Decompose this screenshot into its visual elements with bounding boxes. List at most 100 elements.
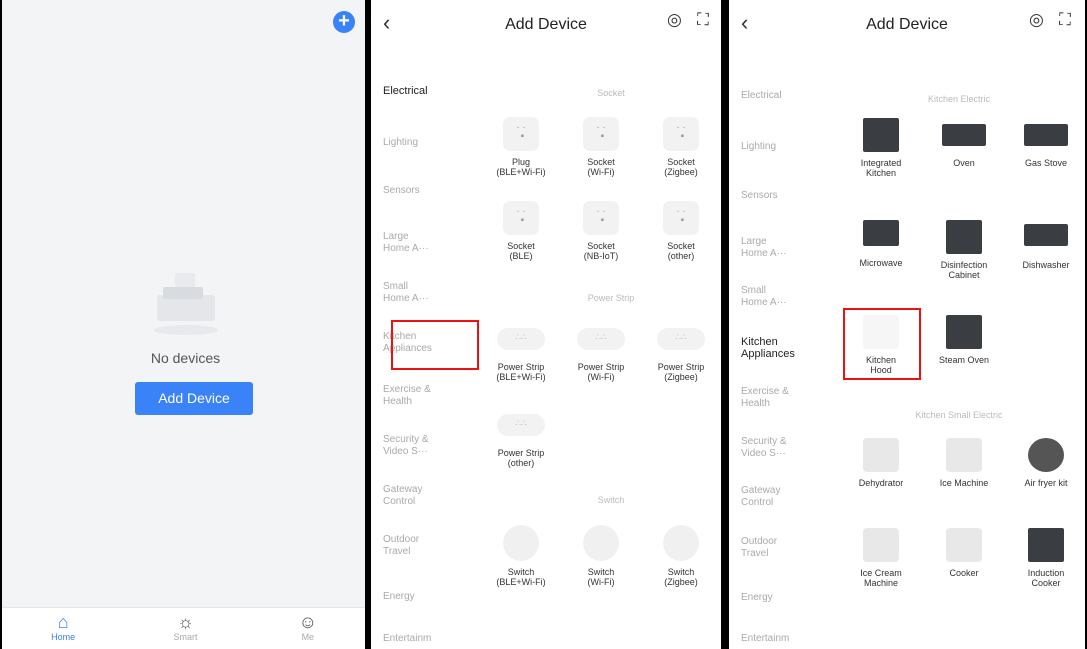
device-tile[interactable]: Dehydrator	[841, 438, 921, 488]
steam-oven-icon	[946, 315, 982, 349]
ice-machine-icon	[946, 438, 982, 472]
device-tile[interactable]: Plug(BLE+Wi-Fi)	[481, 117, 561, 177]
device-tile[interactable]: Power Strip(Zigbee)	[641, 322, 721, 382]
device-tile[interactable]: Switch (Zigbee)	[641, 525, 721, 587]
device-name: Power Strip	[577, 362, 625, 372]
scan-target-icon[interactable]: ◎	[1029, 10, 1044, 30]
socket-icon	[583, 117, 619, 151]
scan-target-icon[interactable]: ◎	[667, 10, 682, 30]
sidebar-item-small-home[interactable]: Small Home A···	[741, 285, 791, 309]
device-tile[interactable]: Socket(NB-IoT)	[561, 201, 641, 261]
sidebar-item-outdoor[interactable]: Outdoor Travel	[383, 534, 433, 558]
sidebar-item-large-home[interactable]: Large Home A···	[741, 236, 791, 260]
device-name: Disinfection	[940, 260, 988, 270]
sidebar-item-lighting[interactable]: Lighting	[383, 137, 453, 149]
section-title: Socket	[597, 88, 625, 98]
gas-stove-icon	[1024, 124, 1068, 146]
dishwasher-icon	[1024, 224, 1068, 246]
device-name: Power Strip	[497, 448, 545, 458]
sidebar-item-entertainment[interactable]: Entertainm	[383, 633, 453, 645]
device-name: Oven	[953, 158, 975, 168]
switch-icon	[663, 525, 699, 561]
device-name: Dehydrator	[858, 478, 904, 488]
device-tile[interactable]: Cooker	[924, 528, 1004, 578]
device-variant: (BLE)	[509, 251, 533, 261]
device-name: Ice Machine	[939, 478, 989, 488]
device-tile[interactable]: Gas Stove	[1006, 118, 1085, 168]
sidebar-item-kitchen[interactable]: Kitchen Appliances	[741, 336, 806, 360]
add-device-button[interactable]: Add Device	[135, 382, 253, 415]
device-name: Microwave	[859, 258, 903, 268]
device-variant: (other)	[507, 458, 535, 468]
sidebar-item-sensors[interactable]: Sensors	[741, 190, 811, 202]
home-icon: ⌂	[57, 612, 69, 632]
sidebar-item-outdoor[interactable]: Outdoor Travel	[741, 536, 791, 560]
tab-me[interactable]: ☺ Me	[247, 608, 365, 649]
device-tile[interactable]: Ice Cream Machine	[841, 528, 921, 588]
dehydrator-icon	[863, 438, 899, 472]
sidebar-item-lighting[interactable]: Lighting	[741, 141, 811, 153]
sidebar-item-security[interactable]: Security & Video S···	[383, 434, 438, 458]
device-tile[interactable]: Dishwasher	[1006, 220, 1085, 270]
sidebar-item-large-home[interactable]: Large Home A···	[383, 231, 433, 255]
sidebar-item-electrical[interactable]: Electrical	[383, 85, 453, 97]
sidebar-item-security[interactable]: Security & Video S···	[741, 436, 796, 460]
device-tile[interactable]: Socket(Wi-Fi)	[561, 117, 641, 177]
device-name: Socket	[667, 157, 695, 167]
device-name: Induction	[1027, 568, 1065, 578]
device-name: Kitchen	[865, 355, 897, 365]
device-tile[interactable]: Integrated Kitchen	[841, 118, 921, 178]
device-tile[interactable]: Socket(Zigbee)	[641, 117, 721, 177]
device-tile[interactable]: Disinfection Cabinet	[924, 220, 1004, 280]
device-tile[interactable]: Power Strip(Wi-Fi)	[561, 322, 641, 382]
device-variant: (Zigbee)	[664, 372, 698, 382]
device-tile[interactable]: Microwave	[841, 220, 921, 268]
device-name: Steam Oven	[938, 355, 990, 365]
sidebar-item-sensors[interactable]: Sensors	[383, 185, 453, 197]
device-variant: (BLE+Wi-Fi)	[496, 372, 546, 382]
device-tile[interactable]: Switch (BLE+Wi-Fi)	[481, 525, 561, 587]
device-variant: (NB-IoT)	[583, 251, 619, 261]
sidebar-item-entertainment[interactable]: Entertainm	[741, 633, 811, 645]
qr-scan-icon[interactable]: ⛶	[1059, 10, 1071, 30]
tab-smart[interactable]: ☼ Smart	[124, 608, 246, 649]
device-tile[interactable]: Induction Cooker	[1006, 528, 1085, 588]
device-tile[interactable]: Oven	[924, 118, 1004, 168]
device-tile[interactable]: Socket(other)	[641, 201, 721, 261]
tab-label: Me	[301, 632, 315, 642]
sidebar-item-exercise[interactable]: Exercise & Health	[383, 384, 443, 408]
device-tile[interactable]: Switch (Wi-Fi)	[561, 525, 641, 587]
sun-icon: ☼	[177, 612, 194, 632]
device-tile[interactable]: Steam Oven	[924, 315, 1004, 365]
device-variant: (Wi-Fi)	[587, 577, 615, 587]
power-strip-icon	[577, 328, 625, 350]
empty-box-illustration	[154, 273, 218, 335]
device-variant: (Wi-Fi)	[587, 372, 615, 382]
device-name: Socket	[587, 241, 615, 251]
device-tile[interactable]: Air fryer kit	[1006, 438, 1085, 488]
microwave-icon	[863, 220, 899, 246]
device-tile[interactable]: Ice Machine	[924, 438, 1004, 488]
device-tile[interactable]: Power Strip(other)	[481, 408, 561, 468]
device-tile[interactable]: Kitchen Hood	[841, 315, 921, 375]
device-variant: (Wi-Fi)	[587, 167, 615, 177]
device-name: Power Strip	[497, 362, 545, 372]
device-tile[interactable]: Socket(BLE)	[481, 201, 561, 261]
qr-scan-icon[interactable]: ⛶	[697, 10, 709, 30]
sidebar-item-gateway[interactable]: Gateway Control	[383, 484, 438, 508]
sidebar-item-small-home[interactable]: Small Home A···	[383, 281, 433, 305]
sidebar-item-energy[interactable]: Energy	[741, 592, 811, 604]
sidebar-item-energy[interactable]: Energy	[383, 591, 453, 603]
device-name: Power Strip	[657, 362, 705, 372]
sidebar-item-gateway[interactable]: Gateway Control	[741, 485, 796, 509]
device-name: Gas Stove	[1024, 158, 1068, 168]
sidebar-item-exercise[interactable]: Exercise & Health	[741, 386, 801, 410]
sidebar-item-electrical[interactable]: Electrical	[741, 90, 811, 102]
device-tile[interactable]: Power Strip(BLE+Wi-Fi)	[481, 322, 561, 382]
section-title: Switch	[597, 495, 625, 505]
tab-home[interactable]: ⌂ Home	[2, 608, 124, 649]
device-variant: (BLE+Wi-Fi)	[496, 167, 546, 177]
oven-icon	[942, 124, 986, 146]
add-plus-button[interactable]: +	[333, 11, 355, 33]
highlight-box	[391, 320, 479, 370]
